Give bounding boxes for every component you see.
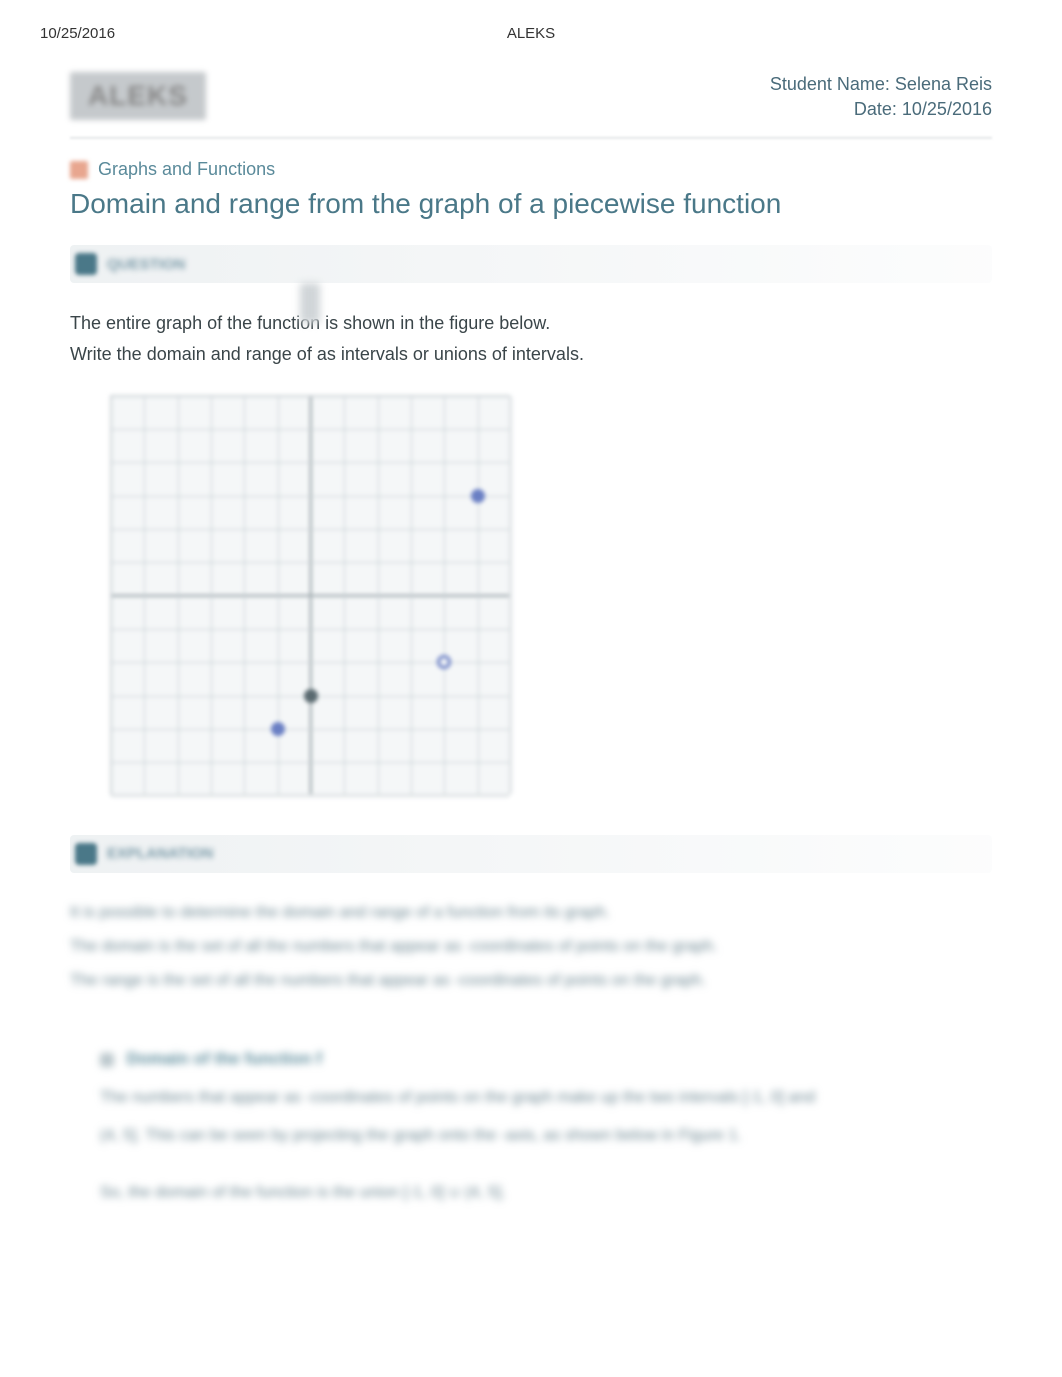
grid-line-horizontal [111,462,509,463]
aleks-logo: ALEKS [70,72,206,120]
question-line-1: The entire graph of the function is show… [70,308,992,339]
question-section-header: QUESTION [70,245,992,283]
domain-heading-row: Domain of the function f [100,1042,992,1076]
category-label: Graphs and Functions [98,159,275,180]
domain-line: (4, 5]. This can be seen by projecting t… [100,1120,992,1152]
worksheet-date: Date: 10/25/2016 [770,97,992,122]
graph-point [471,489,485,503]
header-date: 10/25/2016 [40,25,115,42]
grid-line-vertical [378,396,379,794]
category-icon [70,161,88,179]
explanation-intro: It is possible to determine the domain a… [70,898,992,997]
student-info: Student Name: Selena Reis Date: 10/25/20… [770,72,992,122]
divider [70,137,992,139]
graph-point [437,655,451,669]
grid-line-vertical [344,396,345,794]
explanation-domain-section: Domain of the function f The numbers tha… [100,1042,992,1209]
grid-line-vertical [111,396,112,794]
grid-line-vertical [511,396,512,794]
graph-point [304,689,318,703]
section-bullet-icon [75,253,97,275]
grid-line-vertical [311,396,312,794]
grid-line-horizontal [111,529,509,530]
explanation-section-label: EXPLANATION [107,845,213,862]
domain-line: So, the domain of the function is the un… [100,1177,992,1209]
page-content: ALEKS Student Name: Selena Reis Date: 10… [0,52,1062,1209]
explanation-line: It is possible to determine the domain a… [70,898,992,928]
grid-line-vertical [211,396,212,794]
grid-line-horizontal [111,729,509,730]
print-header: 10/25/2016 ALEKS [0,0,1062,52]
student-name: Student Name: Selena Reis [770,72,992,97]
top-section: ALEKS Student Name: Selena Reis Date: 10… [70,72,992,122]
grid-line-horizontal [111,396,509,397]
question-line-2: Write the domain and range of as interva… [70,339,992,370]
section-bullet-icon [75,843,97,865]
header-app-title: ALEKS [507,25,555,42]
grid-line-horizontal [111,629,509,630]
grid-line-vertical [478,396,479,794]
graph-container [110,395,992,795]
grid-line-horizontal [111,562,509,563]
function-graph [110,395,510,795]
grid-line-vertical [444,396,445,794]
axis-label-hint [300,283,320,323]
explanation-section-header: EXPLANATION [70,835,992,873]
grid-line-horizontal [111,796,509,797]
grid-line-vertical [411,396,412,794]
graph-point [271,722,285,736]
grid-line-vertical [178,396,179,794]
grid-line-vertical [244,396,245,794]
grid-line-vertical [144,396,145,794]
question-text: The entire graph of the function is show… [70,308,992,369]
explanation-line: The range is the set of all the numbers … [70,966,992,996]
question-section-label: QUESTION [107,256,185,273]
grid-line-horizontal [111,762,509,763]
grid-line-horizontal [111,596,509,597]
sub-bullet-icon [100,1053,114,1067]
category-row: Graphs and Functions [70,159,992,180]
domain-heading: Domain of the function f [126,1049,321,1068]
domain-line: The numbers that appear as -coordinates … [100,1082,992,1114]
page-title: Domain and range from the graph of a pie… [70,188,992,220]
grid-line-horizontal [111,429,509,430]
explanation-line: The domain is the set of all the numbers… [70,932,992,962]
grid-line-horizontal [111,496,509,497]
